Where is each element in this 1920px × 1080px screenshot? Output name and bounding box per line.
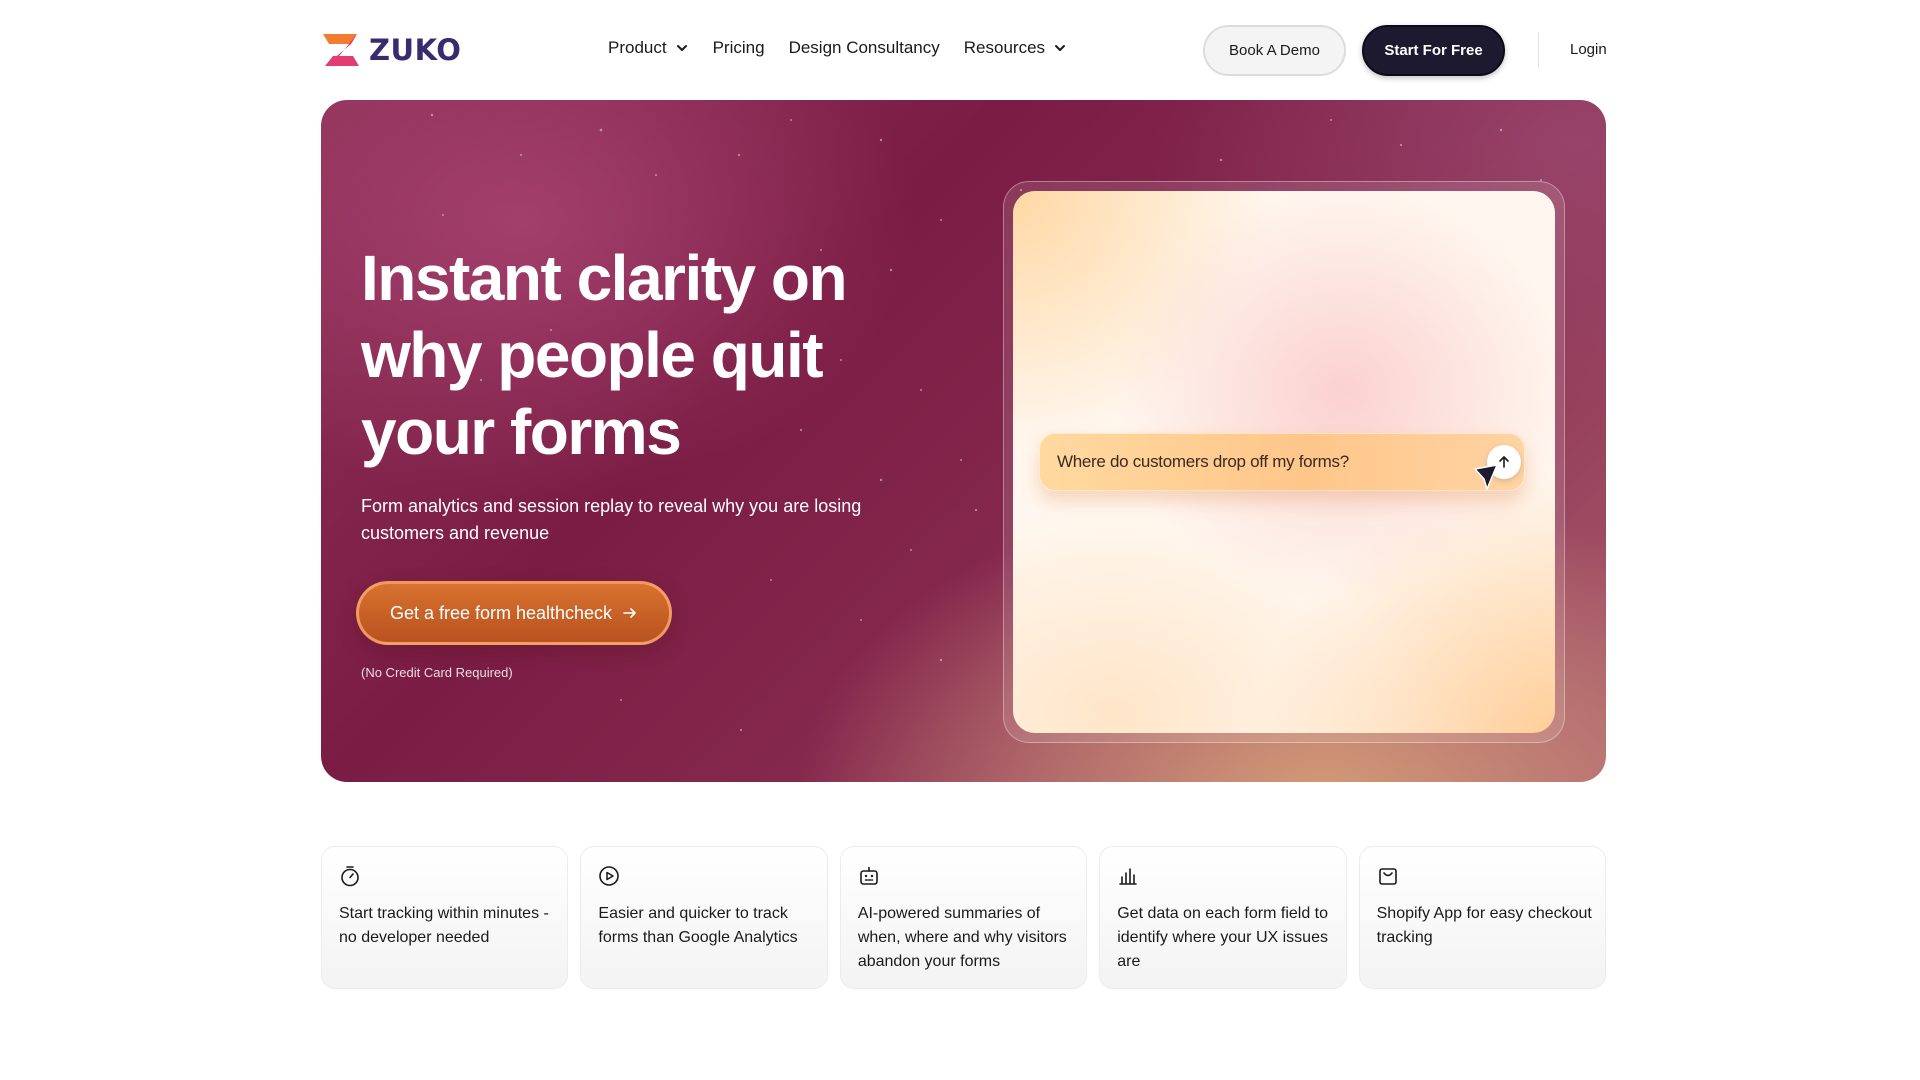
arrow-right-icon bbox=[623, 608, 636, 618]
bar-chart-icon bbox=[1119, 868, 1138, 885]
feature-text: Start tracking within minutes - no devel… bbox=[339, 905, 549, 946]
feature-card: Easier and quicker to track forms than G… bbox=[580, 846, 828, 989]
play-circle-icon bbox=[599, 866, 620, 886]
ai-query-preview: Where do customers drop off my forms? bbox=[1013, 191, 1555, 733]
feature-card: AI-powered summaries of when, where and … bbox=[839, 846, 1088, 989]
nav-item-label: Pricing bbox=[712, 38, 765, 57]
features-row: Start tracking within minutes - no devel… bbox=[321, 846, 1607, 989]
feature-text: Shopify App for easy checkout tracking bbox=[1376, 905, 1592, 946]
free-healthcheck-button[interactable]: Get a free form healthcheck bbox=[356, 581, 672, 645]
nav-item-label: Resources bbox=[963, 38, 1046, 57]
no-credit-card-note: (No Credit Card Required) bbox=[361, 665, 513, 680]
site-header: ZUKO Product Pricing Design Consultancy … bbox=[0, 0, 1920, 100]
feature-text: Easier and quicker to track forms than G… bbox=[598, 905, 798, 946]
chevron-down-icon bbox=[676, 45, 687, 51]
feature-card: Shopify App for easy checkout tracking bbox=[1358, 846, 1607, 989]
mouse-pointer-icon bbox=[1474, 464, 1498, 490]
feature-text: Get data on each form field to identify … bbox=[1117, 905, 1329, 970]
feature-card: Start tracking within minutes - no devel… bbox=[321, 846, 569, 989]
book-demo-button[interactable]: Book A Demo bbox=[1203, 25, 1346, 76]
hero-section: Instant clarity on why people quit your … bbox=[321, 100, 1606, 782]
nav-item-product[interactable]: Product bbox=[608, 38, 689, 58]
nav-item-pricing[interactable]: Pricing bbox=[713, 38, 765, 58]
hero-subtitle: Form analytics and session replay to rev… bbox=[361, 496, 862, 543]
robot-icon bbox=[860, 866, 878, 885]
main-nav: Product Pricing Design Consultancy Resou… bbox=[608, 38, 1067, 58]
cta-label: Get a free form healthcheck bbox=[389, 602, 613, 623]
nav-divider bbox=[1538, 32, 1539, 68]
feature-text: AI-powered summaries of when, where and … bbox=[857, 905, 1067, 970]
nav-item-resources[interactable]: Resources bbox=[964, 38, 1067, 58]
nav-item-label: Product bbox=[608, 38, 667, 57]
nav-item-label: Design Consultancy bbox=[788, 38, 940, 57]
ai-query-input: Where do customers drop off my forms? bbox=[1039, 433, 1525, 491]
nav-item-design-consultancy[interactable]: Design Consultancy bbox=[789, 38, 940, 58]
logo-wordmark: ZUKO bbox=[369, 33, 462, 67]
stopwatch-icon bbox=[341, 866, 359, 887]
feature-card: Get data on each form field to identify … bbox=[1099, 846, 1347, 989]
start-for-free-button[interactable]: Start For Free bbox=[1362, 25, 1505, 76]
hero-title: Instant clarity on why people quit your … bbox=[361, 242, 848, 468]
login-link[interactable]: Login bbox=[1570, 41, 1607, 58]
zuko-logo[interactable]: ZUKO bbox=[321, 30, 461, 70]
zuko-logo-mark-icon bbox=[323, 34, 359, 66]
shopping-bag-icon bbox=[1378, 868, 1397, 885]
ai-query-text: Where do customers drop off my forms? bbox=[1057, 452, 1349, 471]
chevron-down-icon bbox=[1055, 45, 1066, 51]
